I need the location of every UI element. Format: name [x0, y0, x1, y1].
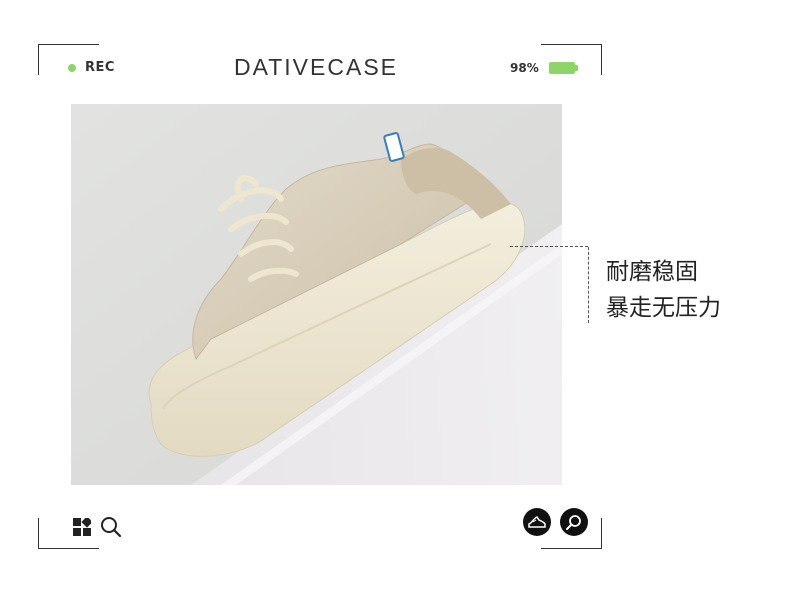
battery-percent: 98% — [510, 61, 539, 75]
caption-line-2: 暴走无压力 — [606, 295, 721, 321]
grid-icon[interactable] — [73, 516, 93, 540]
sneaker-icon[interactable] — [523, 508, 551, 536]
caption-leader-line — [510, 246, 588, 247]
sneaker-illustration — [71, 104, 562, 485]
battery-indicator: 98% — [510, 61, 578, 75]
caption-line-1: 耐磨稳固 — [606, 259, 698, 285]
caption-divider — [588, 247, 589, 323]
battery-icon — [548, 62, 578, 74]
zoom-icon[interactable] — [560, 508, 588, 536]
brand-title: DATIVECASE — [234, 54, 398, 80]
feature-caption: 耐磨稳固 暴走无压力 — [606, 254, 721, 326]
search-icon[interactable] — [100, 516, 122, 542]
bottom-left-toolbar — [73, 516, 122, 542]
rec-label: REC — [85, 60, 115, 75]
bottom-right-toolbar — [523, 508, 588, 536]
product-photo — [71, 104, 562, 485]
rec-dot-icon — [68, 63, 76, 72]
rec-indicator: REC — [68, 60, 115, 75]
